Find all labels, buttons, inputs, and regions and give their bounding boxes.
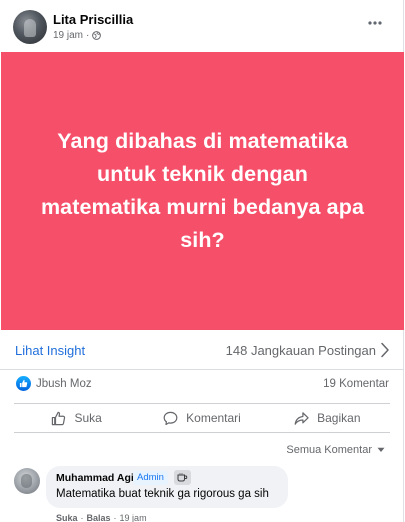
chevron-right-icon[interactable] <box>380 342 390 358</box>
author-avatar[interactable] <box>13 10 47 44</box>
post-reach[interactable]: 148 Jangkauan Postingan <box>226 343 376 358</box>
meta-separator: · <box>86 30 90 41</box>
reaction-stats: Jbush Moz 19 Komentar <box>0 372 404 398</box>
comment-actions: Suka · Balas · 19 jam <box>56 513 147 522</box>
commenter-avatar[interactable] <box>14 468 40 494</box>
view-insights-link[interactable]: Lihat Insight <box>15 343 85 358</box>
post-text: Yang dibahas di matematika untuk teknik … <box>40 129 365 252</box>
comment-sort-label: Semua Komentar <box>286 444 372 456</box>
post-text-background: Yang dibahas di matematika untuk teknik … <box>1 52 404 330</box>
comment-like-button[interactable]: Suka <box>56 513 78 522</box>
admin-badge: Admin <box>133 471 168 485</box>
comment-bubble: Muhammad Agil Admin Matematika buat tekn… <box>46 466 288 508</box>
like-reaction-icon[interactable] <box>16 376 31 391</box>
commenter-name[interactable]: Muhammad Agil <box>56 472 137 484</box>
reactor-name[interactable]: Jbush Moz <box>36 378 92 390</box>
comment-item: Muhammad Agil Admin Matematika buat tekn… <box>14 466 394 522</box>
post-header: Lita Priscillia 19 jam · <box>0 0 404 52</box>
comment-label: Komentari <box>186 411 241 425</box>
globe-icon <box>92 31 102 40</box>
comment-count[interactable]: 19 Komentar <box>323 378 389 390</box>
caret-down-icon <box>377 447 385 452</box>
comment-text: Matematika buat teknik ga rigorous ga si… <box>56 488 269 500</box>
comment-reply-button[interactable]: Balas <box>87 513 111 522</box>
coffee-icon <box>174 470 191 485</box>
post-time[interactable]: 19 jam <box>53 30 83 41</box>
comment-actions-separator-2: · <box>113 513 117 522</box>
share-button[interactable]: Bagikan <box>265 404 390 432</box>
like-label: Suka <box>74 411 102 425</box>
share-icon <box>294 411 309 425</box>
post-card: Lita Priscillia 19 jam · Yang dibahas di… <box>0 0 404 522</box>
post-actions: Suka Komentari Bagikan <box>14 403 390 433</box>
author-name[interactable]: Lita Priscillia <box>53 12 133 27</box>
comment-button[interactable]: Komentari <box>139 404 264 432</box>
thumbs-up-icon <box>52 411 66 425</box>
comment-time[interactable]: 19 jam <box>120 513 147 522</box>
like-button[interactable]: Suka <box>14 404 139 432</box>
insight-bar: Lihat Insight 148 Jangkauan Postingan <box>0 330 404 370</box>
comment-icon <box>163 411 178 425</box>
more-options-icon[interactable] <box>366 14 384 32</box>
share-label: Bagikan <box>317 411 361 425</box>
comment-actions-separator: · <box>80 513 84 522</box>
comment-sort-dropdown[interactable]: Semua Komentar <box>286 444 385 456</box>
post-meta: 19 jam · <box>53 30 102 41</box>
